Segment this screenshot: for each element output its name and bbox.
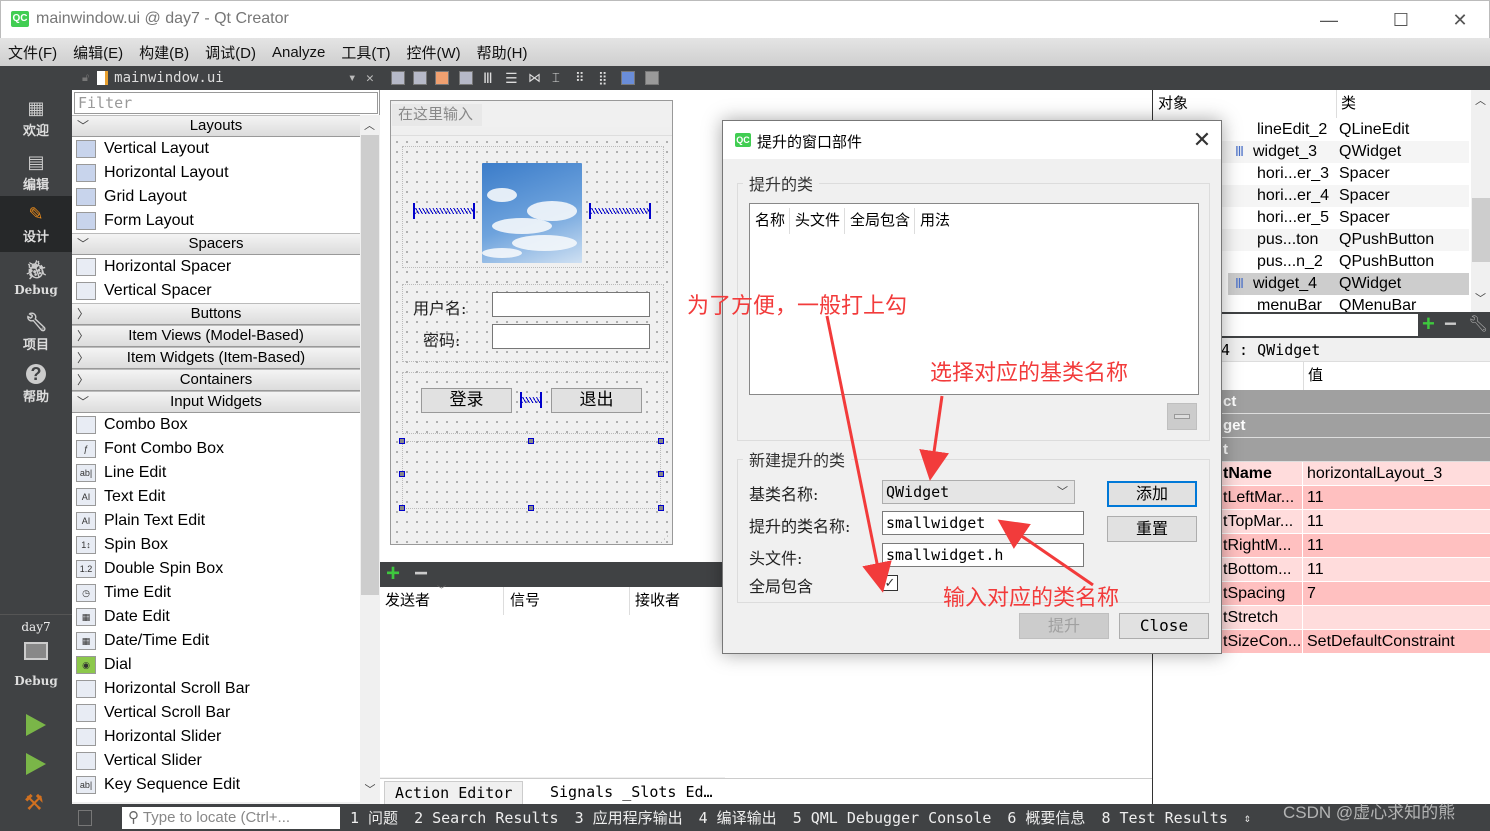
arrow-to-class-name [997,519,1094,587]
arrow-to-checkbox [825,315,892,593]
annotation-class-name-hint: 输入对应的类名称 [943,585,1120,610]
arrow-to-base-class [919,395,949,481]
annotation-checkbox-hint: 为了方便，一般打上勾 [687,293,908,318]
annotation-base-class-hint: 选择对应的基类名称 [930,360,1129,385]
annotation-arrows [825,315,1094,593]
